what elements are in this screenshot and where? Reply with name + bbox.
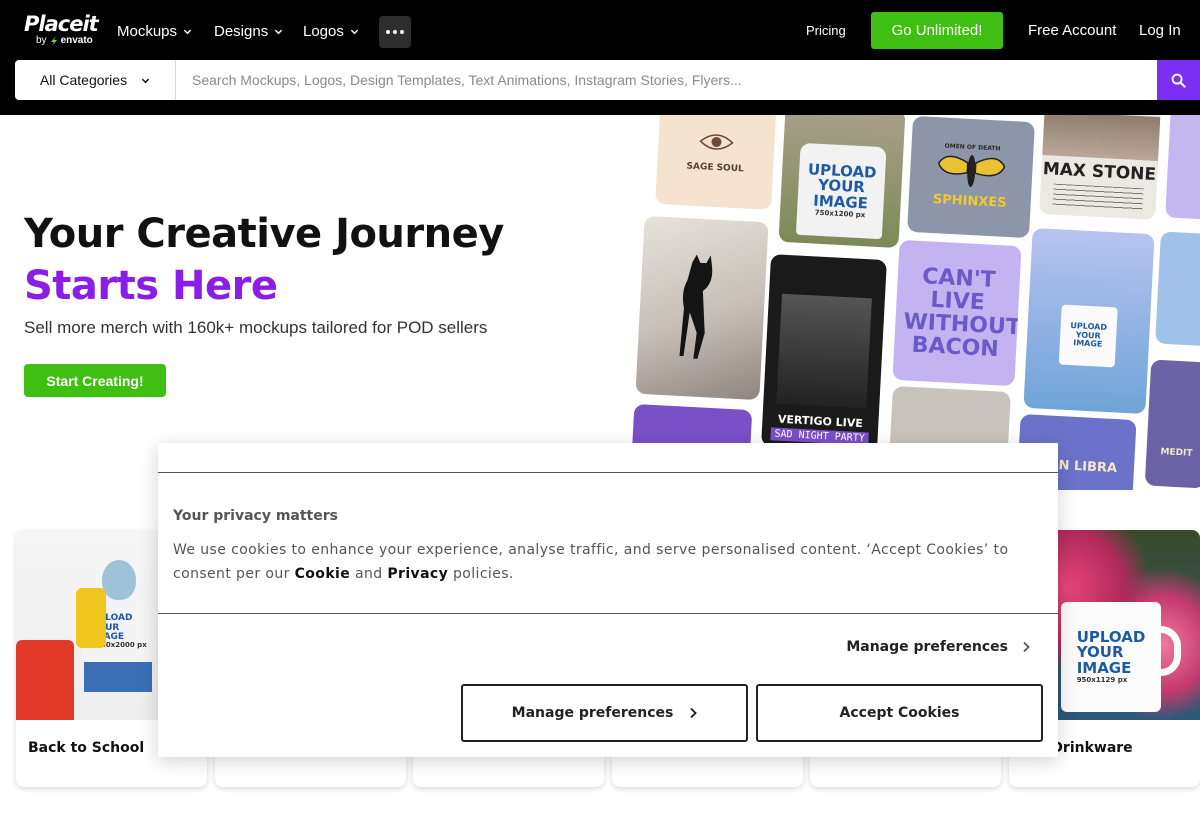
poster-photo	[1042, 115, 1161, 162]
divider	[158, 613, 1058, 614]
mug-shape: UPLOAD YOUR IMAGE	[1058, 304, 1118, 368]
upload-placeholder: UPLOAD YOUR IMAGE 950x1129 px	[1076, 629, 1146, 685]
upload-text-3: IMAGE	[1073, 338, 1103, 349]
nav-designs[interactable]: Designs	[214, 20, 283, 42]
mug-mockup-tile[interactable]: UPLOAD YOUR IMAGE	[1023, 227, 1155, 415]
mug-handle	[1157, 626, 1181, 676]
page: Placeit by envato Mockups Designs Logos …	[0, 0, 1200, 820]
chevron-right-icon	[690, 707, 698, 719]
search-button[interactable]	[1157, 60, 1200, 100]
logo-wordmark: Placeit	[24, 12, 99, 36]
upload-size-text: 750x1200 px	[814, 208, 866, 220]
partial-design-tile[interactable]	[1165, 115, 1200, 221]
search-bar: All Categories	[15, 60, 1200, 100]
sage-soul-design-tile[interactable]: SAGE SOUL	[655, 115, 777, 210]
upload-size-text: 950x1129 px	[1076, 675, 1128, 684]
pricing-link[interactable]: Pricing	[806, 20, 846, 42]
meditation-design-tile[interactable]: MEDIT	[1144, 359, 1200, 489]
sage-soul-text: SAGE SOUL	[686, 161, 744, 175]
cookie-policy-link[interactable]: Cookie	[295, 566, 351, 582]
vertigo-live-flyer-tile[interactable]: VERTIGO LIVE SAD NIGHT PARTY	[761, 254, 887, 452]
sphinxes-design-tile[interactable]: OMEN OF DEATH SPHINXES	[907, 115, 1035, 239]
partial-photo-tile[interactable]	[1155, 231, 1200, 347]
category-card-label: Back to School	[28, 740, 145, 756]
cookie-body-and: and	[350, 566, 388, 582]
chevron-down-icon	[275, 29, 283, 34]
chevron-down-icon	[350, 29, 359, 34]
hero-title-accent: Starts Here	[24, 263, 278, 309]
cookie-body-end: policies.	[448, 566, 514, 582]
category-select-value: All Categories	[39, 72, 128, 88]
mug-shape: UPLOAD YOUR IMAGE 950x1129 px	[1061, 602, 1161, 712]
nav-mockups[interactable]: Mockups	[117, 20, 192, 42]
sphinxes-text: SPHINXES	[932, 192, 1007, 212]
max-stone-text: MAX STONE	[1042, 159, 1157, 186]
medit-text: MEDIT	[1160, 447, 1193, 460]
category-select[interactable]: All Categories	[15, 60, 176, 100]
manage-preferences-link-label: Manage preferences	[846, 639, 1008, 655]
manage-preferences-button[interactable]: Manage preferences	[461, 684, 748, 742]
dog-photo-tile[interactable]	[635, 215, 769, 401]
poster-details	[1052, 183, 1144, 211]
chevron-right-icon	[1023, 641, 1030, 653]
red-chair	[16, 640, 74, 720]
go-unlimited-button[interactable]: Go Unlimited!	[871, 12, 1003, 49]
free-account-link[interactable]: Free Account	[1028, 20, 1116, 42]
accept-cookies-button[interactable]: Accept Cookies	[756, 684, 1043, 742]
manage-preferences-link[interactable]: Manage preferences	[846, 639, 1030, 655]
hero-title: Your Creative Journey Starts Here	[24, 208, 644, 312]
divider	[158, 472, 1058, 473]
cookie-dialog-body: We use cookies to enhance your experienc…	[173, 538, 1053, 586]
nav-designs-label: Designs	[214, 22, 269, 40]
nav-logos[interactable]: Logos	[303, 20, 359, 42]
ellipsis-dot	[393, 30, 397, 34]
moth-icon	[937, 155, 1006, 188]
bacon-text: CAN'T LIVE WITHOUT BACON	[902, 263, 1022, 363]
tshirt-mockup-tile[interactable]: UPLOAD YOUR IMAGE 750x1200 px	[778, 115, 906, 249]
flyer-photo	[776, 294, 872, 409]
cookie-dialog-title: Your privacy matters	[173, 508, 338, 524]
yellow-backpack	[76, 588, 106, 648]
ellipsis-dot	[400, 30, 404, 34]
upload-placeholder: UPLOAD YOUR IMAGE 750x1200 px	[806, 160, 877, 220]
placeit-logo[interactable]: Placeit by envato	[24, 12, 99, 46]
top-navigation-bar: Placeit by envato Mockups Designs Logos …	[0, 0, 1200, 115]
more-menu-button[interactable]	[379, 16, 411, 48]
tshirt-shape: UPLOAD YOUR IMAGE 750x1200 px	[795, 142, 887, 240]
log-in-link[interactable]: Log In	[1139, 20, 1181, 42]
ellipsis-icon	[386, 30, 390, 34]
bacon-design-tile[interactable]: CAN'T LIVE WITHOUT BACON	[892, 239, 1022, 387]
chevron-down-icon	[183, 29, 192, 34]
envato-leaf-icon	[50, 36, 57, 46]
dog-silhouette-icon	[679, 254, 713, 359]
search-input[interactable]	[176, 60, 1157, 100]
hero-subtitle: Sell more merch with 160k+ mockups tailo…	[24, 318, 488, 337]
manage-preferences-button-label: Manage preferences	[511, 705, 674, 721]
logo-by-text: by	[36, 35, 47, 46]
logo-envato-text: envato	[60, 35, 93, 46]
max-stone-poster-tile[interactable]: MAX STONE	[1039, 115, 1161, 220]
upload-placeholder: UPLOAD YOUR IMAGE	[1069, 321, 1107, 349]
cookie-consent-dialog: Your privacy matters We use cookies to e…	[158, 443, 1058, 757]
nav-logos-label: Logos	[303, 22, 344, 40]
hero-title-main: Your Creative Journey	[24, 211, 504, 257]
hero-collage: SAGE SOUL UPLOAD YOUR IMAGE 750x1200 px …	[620, 115, 1200, 490]
chevron-down-icon	[141, 78, 150, 83]
logo-byline: by envato	[36, 36, 98, 46]
eye-icon	[699, 134, 734, 151]
privacy-policy-link[interactable]: Privacy	[387, 566, 448, 582]
start-creating-button[interactable]: Start Creating!	[24, 364, 166, 397]
search-icon	[1171, 73, 1186, 88]
upload-text-3: IMAGE	[1076, 659, 1132, 678]
nav-mockups-label: Mockups	[117, 22, 178, 40]
